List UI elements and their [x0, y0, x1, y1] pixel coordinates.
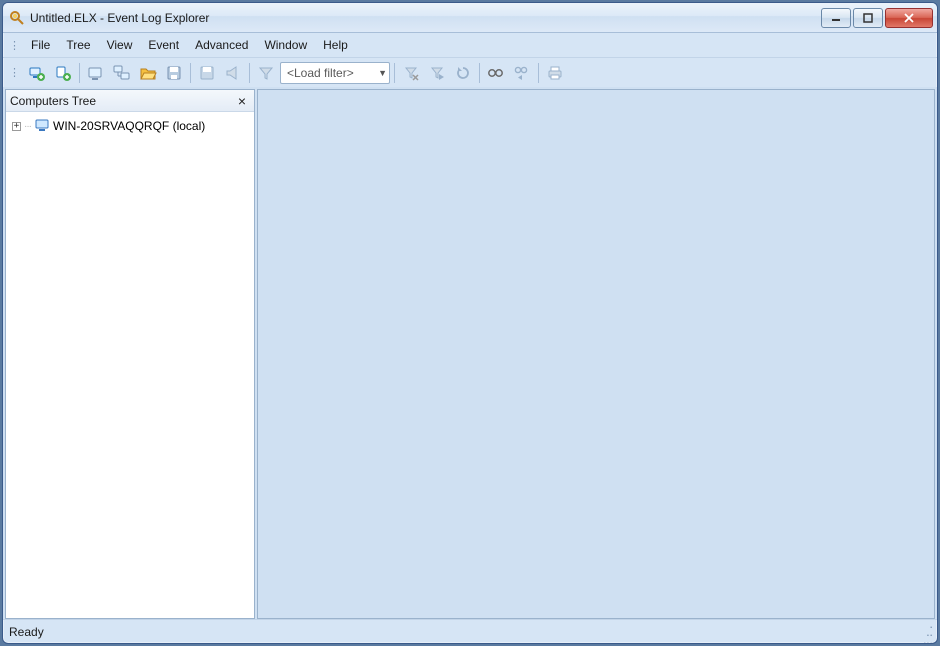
toolbar-separator	[394, 63, 395, 83]
app-icon	[9, 10, 25, 26]
toolbar-separator	[79, 63, 80, 83]
filter-dropdown-text: <Load filter>	[287, 66, 354, 80]
menu-window[interactable]: Window	[256, 35, 315, 55]
tree-panel-close-button[interactable]: ×	[234, 93, 250, 109]
toolbar-grip-icon[interactable]: ⋮	[7, 66, 23, 79]
computer-icon	[34, 117, 50, 136]
toolbar-separator	[538, 63, 539, 83]
minimize-button[interactable]	[821, 8, 851, 28]
content-area[interactable]	[257, 89, 935, 619]
menu-file[interactable]: File	[23, 35, 58, 55]
print-button[interactable]	[543, 61, 567, 85]
menu-event[interactable]: Event	[140, 35, 187, 55]
tree-connector-icon: ···	[24, 121, 31, 132]
workspace: Computers Tree × + ··· WIN-20SRVAQQRQF (…	[3, 87, 937, 619]
toolbar-separator	[190, 63, 191, 83]
quick-filter-button[interactable]	[425, 61, 449, 85]
menubar: ⋮ File Tree View Event Advanced Window H…	[3, 33, 937, 57]
open-file-button[interactable]	[136, 61, 160, 85]
tree-panel-title: Computers Tree	[10, 94, 96, 108]
close-button[interactable]	[885, 8, 933, 28]
open-log-button[interactable]	[84, 61, 108, 85]
find-button[interactable]	[484, 61, 508, 85]
announce-button[interactable]	[221, 61, 245, 85]
expand-icon[interactable]: +	[12, 122, 21, 131]
menu-view[interactable]: View	[99, 35, 141, 55]
maximize-button[interactable]	[853, 8, 883, 28]
filter-button[interactable]	[254, 61, 278, 85]
toolbar-separator	[249, 63, 250, 83]
toolbar: ⋮	[3, 57, 937, 87]
open-remote-button[interactable]	[110, 61, 134, 85]
tree-panel-header: Computers Tree ×	[6, 90, 254, 112]
add-computer-button[interactable]	[25, 61, 49, 85]
computers-tree-panel: Computers Tree × + ··· WIN-20SRVAQQRQF (…	[5, 89, 255, 619]
application-window: Untitled.ELX - Event Log Explorer ⋮ File…	[2, 2, 938, 644]
menubar-grip-icon[interactable]: ⋮	[7, 39, 23, 52]
menu-tree[interactable]: Tree	[58, 35, 98, 55]
chevron-down-icon: ▼	[378, 68, 387, 78]
resize-grip-icon[interactable]: .. .. . .	[923, 620, 931, 644]
refresh-button[interactable]	[451, 61, 475, 85]
tree-node[interactable]: + ··· WIN-20SRVAQQRQF (local)	[8, 116, 252, 136]
menu-advanced[interactable]: Advanced	[187, 35, 256, 55]
filter-dropdown[interactable]: <Load filter> ▼	[280, 62, 390, 84]
save-as-button[interactable]	[195, 61, 219, 85]
save-button[interactable]	[162, 61, 186, 85]
window-controls	[821, 8, 933, 28]
titlebar: Untitled.ELX - Event Log Explorer	[3, 3, 937, 33]
window-title: Untitled.ELX - Event Log Explorer	[30, 11, 821, 25]
status-text: Ready	[9, 625, 44, 639]
clear-filter-button[interactable]	[399, 61, 423, 85]
find-next-button[interactable]	[510, 61, 534, 85]
add-log-button[interactable]	[51, 61, 75, 85]
tree-body[interactable]: + ··· WIN-20SRVAQQRQF (local)	[6, 112, 254, 618]
toolbar-separator	[479, 63, 480, 83]
menu-help[interactable]: Help	[315, 35, 356, 55]
tree-node-label: WIN-20SRVAQQRQF (local)	[53, 119, 205, 133]
statusbar: Ready .. .. . .	[3, 619, 937, 643]
